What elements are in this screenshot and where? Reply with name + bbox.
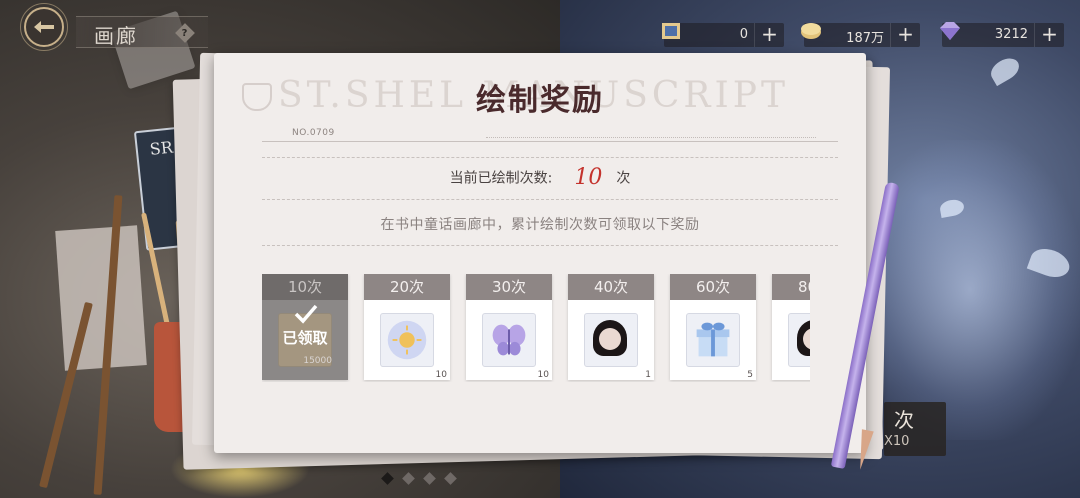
reward-qty: 1 [645,370,651,380]
reward-tier: 40次 [568,274,654,300]
easel-canvas [55,225,147,371]
page-title: 画廊 [94,24,138,48]
divider [262,199,838,200]
character-portrait-icon [788,313,810,367]
page-indicator [380,472,460,486]
title-plate: 画廊 ? [76,16,208,48]
draw-ten-label: 次 [894,408,914,432]
draw-ten-multiplier: X10 [884,434,910,449]
add-coin-button[interactable]: + [890,23,920,47]
resource-diamond: 3212 + [940,22,1064,47]
panel-title: 绘制奖励 [476,83,604,118]
help-icon[interactable]: ? [175,23,195,43]
help-label: ? [182,27,188,39]
reward-list: 10次 已领取 15000 20次 10 30次 10 40次 1 60次 5 … [262,274,810,382]
reward-qty: 10 [537,370,549,380]
divider [262,141,838,142]
reward-card-40[interactable]: 40次 1 [568,274,654,380]
draw-count-label: 当前已绘制次数: [449,170,553,187]
header-left: 画廊 ? [0,0,220,56]
draw-ten-panel[interactable]: 次 X10 [884,402,946,456]
back-button[interactable] [20,3,68,51]
character-portrait-icon [584,313,638,367]
page-dot-3[interactable] [423,472,436,485]
back-button-ring [20,3,68,51]
draw-reward-panel: ST.SHEL MANUSCRIPT 绘制奖励 NO.0709 当前已绘制次数:… [214,53,866,453]
serial-number: NO.0709 [292,128,335,138]
sun-emblem-icon [380,313,434,367]
claimed-label: 已领取 [282,329,328,347]
coin-icon [801,23,821,39]
divider [262,157,838,158]
ticket-icon [662,23,680,39]
reward-tier: 80次 [772,274,810,300]
reward-description: 在书中童话画廊中，累计绘制次数可领取以下奖励 [380,217,700,233]
diamond-icon [940,22,960,40]
page-dot-1[interactable] [381,472,394,485]
draw-count-value: 10 [574,165,603,190]
reward-card-30[interactable]: 30次 10 [466,274,552,380]
draw-count-row: 当前已绘制次数: 10 次 [214,165,866,191]
resource-ticket: 0 + [662,23,784,47]
reward-tier: 10次 [262,274,348,300]
draw-count-unit: 次 [616,170,631,187]
page-dot-2[interactable] [402,472,415,485]
reward-card-60[interactable]: 60次 5 [670,274,756,380]
reward-qty: 15000 [303,356,332,366]
form-lines [486,128,816,138]
gift-box-icon [686,313,740,367]
reward-tier: 30次 [466,274,552,300]
divider [262,245,838,246]
reward-qty: 10 [435,370,447,380]
reward-card-80[interactable]: 80次 [772,274,810,380]
ticket-count: 0 [739,27,748,42]
add-ticket-button[interactable]: + [754,23,784,47]
add-diamond-button[interactable]: + [1034,23,1064,47]
portrait-face [599,328,621,350]
reward-card-20[interactable]: 20次 10 [364,274,450,380]
reward-tier: 60次 [670,274,756,300]
reward-card-10[interactable]: 10次 已领取 15000 [262,274,348,380]
diamond-count: 3212 [994,27,1028,42]
reward-tier: 20次 [364,274,450,300]
reward-qty: 5 [747,370,753,380]
butterfly-item-icon [482,313,536,367]
coin-count: 187万 [846,31,884,46]
check-icon [294,304,318,324]
resource-coin: 187万 + [801,23,920,47]
page-dot-4[interactable] [444,472,457,485]
